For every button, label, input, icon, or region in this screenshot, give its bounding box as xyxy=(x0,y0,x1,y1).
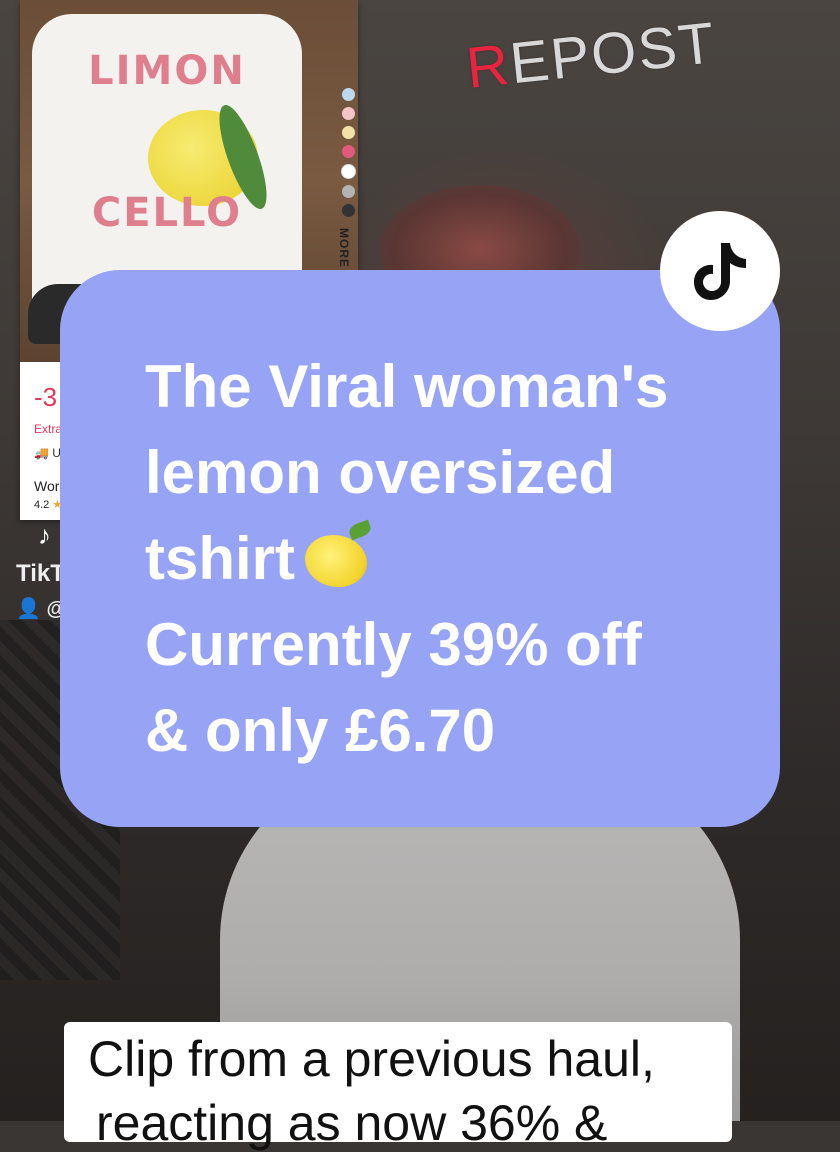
product-rating: 4.2 ★ xyxy=(34,498,62,511)
caption-text: The Viral woman's lemon oversized tshirt… xyxy=(145,344,745,774)
tiktok-logo-icon xyxy=(694,243,746,300)
caption-line-3: tshirt xyxy=(145,516,745,602)
subtitle-line-2: reacting as now 36% & xyxy=(96,1095,608,1151)
subtitle-line-1: Clip from a previous haul, xyxy=(88,1031,655,1087)
color-swatch[interactable] xyxy=(341,204,355,217)
tshirt-image: LIMON CELLO xyxy=(32,14,302,314)
rating-value: 4.2 xyxy=(34,499,50,511)
extra-discount-label: Extra xyxy=(34,422,63,436)
color-swatch[interactable] xyxy=(340,164,356,179)
tiktok-watermark-icon: ♪ xyxy=(38,520,51,550)
shipping-label: 🚚 U xyxy=(34,446,61,460)
tiktok-logo-button[interactable] xyxy=(660,211,780,331)
lemon-emoji-icon xyxy=(305,535,367,587)
color-swatches xyxy=(338,88,358,217)
caption-line-3-text: tshirt xyxy=(145,525,295,592)
caption-line-1: The Viral woman's xyxy=(145,353,669,420)
tiktok-watermark-name: TikT xyxy=(16,560,65,587)
color-swatch[interactable] xyxy=(341,126,355,139)
repost-label-prefix: R xyxy=(463,31,514,101)
tshirt-print-top: LIMON xyxy=(88,48,246,94)
caption-line-2: lemon oversized xyxy=(145,439,616,506)
tshirt-print-bottom: CELLO xyxy=(91,190,243,236)
color-swatch[interactable] xyxy=(341,107,355,120)
caption-line-4: Currently 39% off xyxy=(145,611,642,678)
color-swatch[interactable] xyxy=(341,88,355,101)
caption-line-5: & only £6.70 xyxy=(145,697,496,764)
discount-badge: -3 xyxy=(34,382,58,412)
color-swatch[interactable] xyxy=(341,185,355,198)
product-title: Wor xyxy=(34,478,60,494)
more-colors-label[interactable]: MORE xyxy=(337,228,351,268)
color-swatch[interactable] xyxy=(341,145,355,158)
